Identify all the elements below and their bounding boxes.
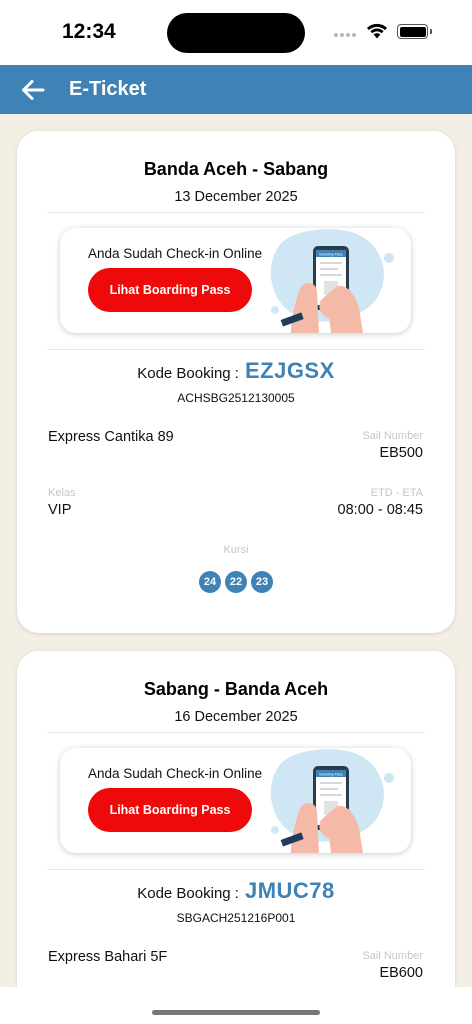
home-indicator-area bbox=[0, 987, 472, 1024]
booking-code-label: Kode Booking : bbox=[137, 885, 239, 902]
divider bbox=[47, 869, 425, 870]
checkin-banner: Anda Sudah Check-in Online Lihat Boardin… bbox=[60, 228, 411, 333]
divider bbox=[47, 349, 425, 350]
page-title: E-Ticket bbox=[69, 78, 147, 100]
vessel-name: Express Bahari 5F bbox=[48, 949, 168, 965]
cellular-signal-icon bbox=[334, 33, 356, 37]
back-arrow-icon[interactable] bbox=[20, 77, 46, 103]
seat-badge: 23 bbox=[251, 571, 273, 593]
seat-label: Kursi bbox=[223, 544, 249, 556]
class-value: VIP bbox=[48, 502, 72, 518]
booking-code: EZJGSX bbox=[244, 358, 335, 383]
home-indicator[interactable] bbox=[152, 1010, 320, 1015]
divider bbox=[47, 212, 425, 213]
booking-code: JMUC78 bbox=[244, 878, 335, 903]
status-time: 12:34 bbox=[62, 20, 116, 43]
ticket-card: Sabang - Banda Aceh 16 December 2025 And… bbox=[17, 651, 455, 1011]
booking-reference: ACHSBG2512130005 bbox=[177, 391, 295, 405]
view-boarding-pass-button[interactable]: Lihat Boarding Pass bbox=[88, 268, 252, 312]
route-title: Banda Aceh - Sabang bbox=[143, 159, 329, 179]
sail-number-label: Sail Number bbox=[362, 430, 423, 442]
battery-icon bbox=[397, 24, 428, 39]
booking-reference: SBGACH251216P001 bbox=[176, 911, 296, 925]
phone-illustration-icon: Boarding Pass bbox=[270, 229, 394, 333]
divider bbox=[47, 732, 425, 733]
etd-eta-label: ETD - ETA bbox=[370, 487, 423, 499]
checkin-banner: Anda Sudah Check-in Online Lihat Boardin… bbox=[60, 748, 411, 853]
checkin-status-text: Anda Sudah Check-in Online bbox=[88, 246, 263, 261]
class-label: Kelas bbox=[48, 487, 76, 499]
route-title: Sabang - Banda Aceh bbox=[143, 679, 329, 699]
booking-code-row: Kode Booking : EZJGSX bbox=[17, 358, 455, 384]
phone-screen-label: Boarding Pass bbox=[319, 253, 343, 257]
seat-badge: 22 bbox=[225, 571, 247, 593]
phone-screen-label: Boarding Pass bbox=[319, 773, 343, 777]
phone-illustration-icon: Boarding Pass bbox=[270, 749, 394, 853]
status-bar: 12:34 bbox=[0, 0, 472, 65]
travel-date: 13 December 2025 bbox=[174, 189, 298, 205]
checkin-status-text: Anda Sudah Check-in Online bbox=[88, 766, 263, 781]
booking-code-label: Kode Booking : bbox=[137, 365, 239, 382]
etd-eta-time: 08:00 - 08:45 bbox=[337, 502, 423, 518]
app-header: E-Ticket bbox=[0, 65, 472, 114]
wifi-icon bbox=[367, 23, 387, 39]
sail-number-label: Sail Number bbox=[362, 950, 423, 962]
sail-number: EB600 bbox=[379, 965, 423, 981]
sail-number: EB500 bbox=[379, 445, 423, 461]
view-boarding-pass-button[interactable]: Lihat Boarding Pass bbox=[88, 788, 252, 832]
vessel-name: Express Cantika 89 bbox=[48, 429, 174, 445]
battery-tip bbox=[430, 29, 432, 34]
seat-badge: 24 bbox=[199, 571, 221, 593]
travel-date: 16 December 2025 bbox=[174, 709, 298, 725]
ticket-card: Banda Aceh - Sabang 13 December 2025 And… bbox=[17, 131, 455, 633]
dynamic-island bbox=[167, 13, 305, 53]
booking-code-row: Kode Booking : JMUC78 bbox=[17, 878, 455, 904]
seat-list: 24 22 23 bbox=[17, 571, 455, 593]
